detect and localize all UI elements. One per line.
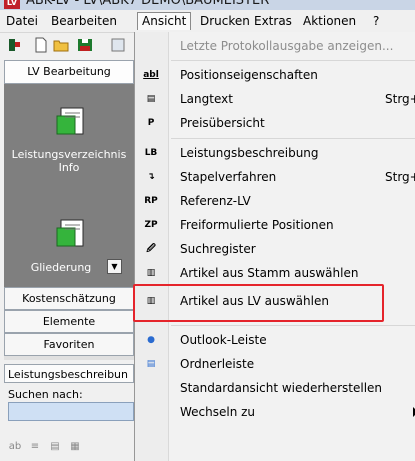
app-icon: LV	[4, 0, 20, 9]
image-icon[interactable]	[110, 37, 126, 53]
menu-item-artikel-aus-stamm[interactable]: ▥ Artikel aus Stamm auswählen	[135, 261, 415, 285]
menu-item-freiformulierte-positionen[interactable]: ZP Freiformulierte Positionen	[135, 213, 415, 237]
title-bar: LV ABK-LV - LV\ABK7 DEMO\BAUMEISTER	[0, 0, 415, 10]
search-label: Suchen nach:	[8, 388, 83, 401]
menu-aktionen[interactable]: Aktionen	[299, 13, 360, 29]
menu-item-outlook-leiste[interactable]: ● Outlook-Leiste	[135, 328, 415, 352]
search-register-icon: 🖉	[146, 244, 156, 254]
menu-item-leistungsbeschreibung[interactable]: LB Leistungsbeschreibung	[135, 141, 415, 165]
list-icon[interactable]: ≡	[28, 440, 42, 454]
menu-extras[interactable]: Extras	[250, 13, 296, 29]
menu-item-referenz-lv[interactable]: RP Referenz-LV	[135, 189, 415, 213]
menu-help[interactable]: ?	[369, 13, 383, 29]
ansicht-dropdown-menu: Letzte Protokollausgabe anzeigen... abl …	[134, 32, 415, 461]
menu-item-positionseigenschaften[interactable]: abl Positionseigenschaften	[135, 63, 415, 87]
menu-datei[interactable]: Datei	[2, 13, 42, 29]
rp-icon: RP	[144, 196, 158, 206]
favoriten-button[interactable]: Favoriten	[4, 333, 134, 356]
menu-bearbeiten[interactable]: Bearbeiten	[47, 13, 121, 29]
menu-separator	[171, 60, 415, 61]
shortcut-text: Strg+S	[385, 170, 415, 184]
properties-icon[interactable]: ab	[8, 440, 22, 454]
menu-item-stapelverfahren[interactable]: ↴ Stapelverfahren Strg+S	[135, 165, 415, 189]
article-stamm-icon: ▥	[146, 268, 156, 278]
properties-icon: abl	[143, 70, 159, 80]
lv-bearbeitung-tab[interactable]: LV Bearbeitung	[4, 60, 134, 84]
menu-drucken[interactable]: Drucken	[196, 13, 254, 29]
structure-icon[interactable]	[55, 218, 87, 250]
folder-bar-icon: ▤	[146, 359, 156, 369]
menu-bar: Datei Bearbeiten Ansicht Drucken Extras …	[0, 10, 415, 33]
grid-icon[interactable]: ▦	[68, 440, 82, 454]
longtext-icon: ▤	[146, 94, 156, 104]
menu-item-standardansicht[interactable]: Standardansicht wiederherstellen	[135, 376, 415, 400]
text-icon[interactable]: ▤	[48, 440, 62, 454]
zp-icon: ZP	[144, 220, 158, 230]
kostenschaetzung-button[interactable]: Kostenschätzung	[4, 287, 134, 310]
pin-icon[interactable]	[7, 37, 23, 53]
menu-ansicht[interactable]: Ansicht	[137, 12, 192, 30]
left-panel: LV Bearbeitung Leistungsverzeichnis Info…	[0, 58, 134, 461]
menu-item-langtext[interactable]: ▤ Langtext Strg+T	[135, 87, 415, 111]
lv-info-label[interactable]: Leistungsverzeichnis Info	[4, 148, 134, 174]
batch-icon: ↴	[147, 172, 155, 182]
menu-item-artikel-aus-lv[interactable]: ▥ Artikel aus LV auswählen	[135, 289, 415, 313]
menu-item-letzte-protokollausgabe[interactable]: Letzte Protokollausgabe anzeigen...	[135, 34, 415, 58]
lb-icon: LB	[144, 148, 158, 158]
toolbar	[0, 33, 134, 58]
menu-item-preisuebersicht[interactable]: P Preisübersicht	[135, 111, 415, 135]
elemente-button[interactable]: Elemente	[4, 310, 134, 333]
article-lv-icon: ▥	[146, 296, 156, 306]
search-input[interactable]	[8, 402, 134, 421]
chevron-down-icon[interactable]: ▼	[107, 259, 122, 274]
menu-item-ordnerleiste[interactable]: ▤ Ordnerleiste	[135, 352, 415, 376]
outlook-bar-icon: ●	[147, 335, 155, 345]
protocol-icon	[141, 38, 161, 54]
menu-item-suchregister[interactable]: 🖉 Suchregister	[135, 237, 415, 261]
shortcut-text: Strg+T	[385, 92, 415, 106]
new-document-icon[interactable]	[33, 37, 49, 53]
window-title: ABK-LV - LV\ABK7 DEMO\BAUMEISTER	[26, 0, 270, 8]
save-icon[interactable]	[77, 37, 93, 53]
price-icon: P	[147, 118, 155, 128]
bottom-toolbar: ab ≡ ▤ ▦	[8, 440, 134, 456]
divider	[4, 356, 134, 360]
menu-item-wechseln-zu[interactable]: Wechseln zu	[135, 400, 415, 424]
document-list-icon[interactable]	[55, 106, 87, 138]
menu-separator	[171, 138, 415, 139]
leistungsbeschreibung-tab[interactable]: Leistungsbeschreibun	[4, 364, 134, 383]
open-folder-icon[interactable]	[53, 37, 69, 53]
menu-separator	[171, 325, 415, 326]
